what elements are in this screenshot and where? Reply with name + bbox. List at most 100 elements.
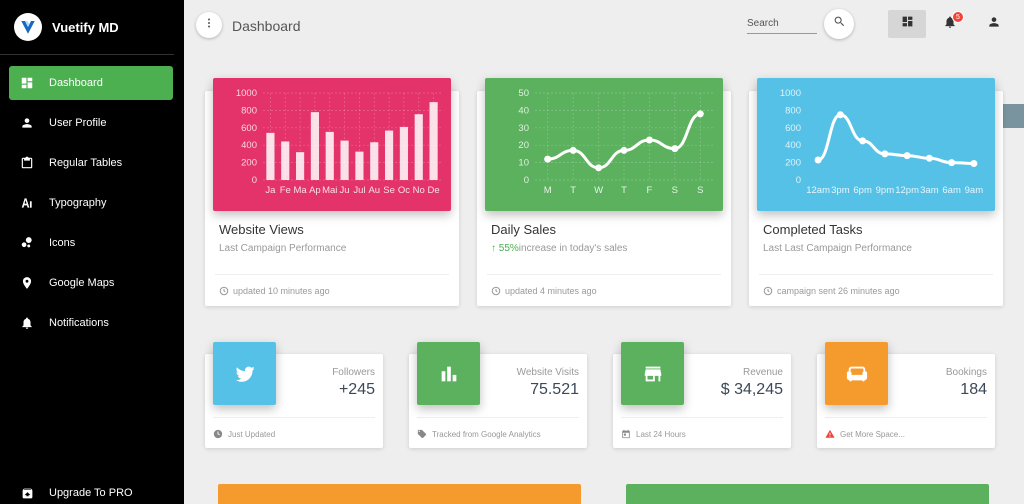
bar	[266, 132, 275, 180]
revenue-stat-card: Revenue $ 34,245 Last 24 Hours	[613, 342, 791, 448]
bar	[310, 112, 319, 180]
y-tick-label: 0	[796, 175, 801, 186]
data-point	[569, 146, 577, 154]
sidebar-item-google-maps[interactable]: Google Maps	[9, 266, 173, 300]
more-vert-icon	[203, 16, 215, 34]
card-footer: updated 4 minutes ago	[491, 286, 597, 296]
x-tick-label: Ju	[340, 185, 350, 196]
stat-icon-box	[825, 342, 888, 405]
y-tick-label: 1000	[236, 88, 257, 99]
sales-increase-text: increase in today's sales	[518, 243, 628, 254]
x-tick-label: Au	[368, 185, 380, 196]
sidebar-item-icons[interactable]: Icons	[9, 226, 173, 260]
completed-tasks-chart: 0 200 400 600 800 1000 12am 3pm 6pm 9pm 12pm 3am 6am…	[757, 78, 995, 211]
bar	[399, 126, 408, 180]
dashboard-icon	[19, 75, 35, 91]
sidebar-item-label: Regular Tables	[49, 157, 123, 169]
sidebar-item-label: Icons	[49, 237, 76, 249]
bubble-chart-icon	[19, 235, 35, 251]
card-footer-text: updated 4 minutes ago	[505, 286, 597, 296]
search-input[interactable]	[747, 14, 817, 34]
divider	[621, 417, 783, 418]
y-tick-label: 0	[252, 175, 257, 186]
data-point	[925, 154, 933, 162]
x-tick-label: Ma	[293, 185, 307, 196]
stat-footer: Get More Space...	[825, 429, 905, 439]
x-tick-label: No	[413, 185, 425, 196]
sidebar-item-dashboard[interactable]: Dashboard	[9, 66, 173, 100]
y-tick-label: 800	[785, 105, 801, 116]
y-tick-label: 600	[241, 123, 257, 134]
card-footer-text: campaign sent 26 minutes ago	[777, 286, 900, 296]
data-point	[970, 159, 978, 167]
data-point	[859, 137, 867, 145]
stat-footer-text: Last 24 Hours	[636, 429, 686, 439]
stat-footer: Just Updated	[213, 429, 275, 439]
sidebar-item-notifications[interactable]: Notifications	[9, 306, 173, 340]
y-tick-label: 40	[518, 105, 529, 116]
sidebar-item-regular-tables[interactable]: Regular Tables	[9, 146, 173, 180]
twitter-icon	[235, 366, 255, 382]
y-tick-label: 10	[518, 158, 529, 169]
warning-icon	[825, 429, 835, 438]
sidebar-item-typography[interactable]: Typography	[9, 186, 173, 220]
daily-sales-chart: 0 10 20 30 40 50 M T W T F S S	[485, 78, 723, 211]
clock-icon	[213, 429, 223, 439]
bar	[325, 131, 334, 180]
sidebar-nav: Dashboard User Profile Regular Tables Ty…	[0, 55, 184, 340]
search-button[interactable]	[824, 9, 854, 39]
account-button[interactable]	[984, 13, 1004, 35]
completed-tasks-card: 0 200 400 600 800 1000 12am 3pm 6pm 9pm 12pm 3am 6am…	[749, 78, 1003, 306]
bar	[281, 141, 290, 180]
stat-category: Website Visits	[516, 367, 579, 378]
store-icon	[644, 366, 661, 381]
data-point	[903, 152, 911, 160]
y-tick-label: 400	[241, 140, 257, 151]
sidebar-item-user-profile[interactable]: User Profile	[9, 106, 173, 140]
top-toolbar: Dashboard 5	[184, 0, 1024, 52]
line-chart: 0 10 20 30 40 50 M T W T F S S	[518, 88, 713, 196]
bar-chart: 0 200 400 600 800 1000 Ja Fe Ma Ap Mai Ju Jul Au Se Oc N…	[236, 88, 441, 196]
upgrade-link[interactable]: Upgrade To PRO	[0, 482, 184, 504]
data-point	[671, 145, 679, 153]
data-point	[544, 155, 552, 163]
x-tick-label: Fe	[280, 185, 291, 196]
dashboard-icon	[901, 15, 914, 33]
dashboard-toolbar-button[interactable]	[888, 10, 926, 38]
person-icon	[987, 15, 1001, 34]
card-footer: updated 10 minutes ago	[219, 286, 330, 296]
search-icon	[833, 15, 846, 33]
menu-toggle-button[interactable]	[196, 12, 222, 38]
data-point	[620, 146, 628, 154]
daily-sales-card: 0 10 20 30 40 50 M T W T F S S Daily Sales ↑ 55%incr…	[477, 78, 731, 306]
x-tick-label: 6am	[942, 185, 961, 196]
x-tick-label: Jul	[353, 185, 365, 196]
stat-icon-box	[621, 342, 684, 405]
person-icon	[19, 115, 35, 131]
stat-value: $ 34,245	[720, 381, 783, 398]
sofa-icon	[846, 366, 867, 381]
x-tick-label: Ja	[265, 185, 276, 196]
bottom-card-orange	[218, 484, 581, 504]
x-tick-label: M	[544, 185, 552, 196]
y-tick-label: 50	[518, 88, 529, 99]
x-tick-label: T	[570, 185, 576, 196]
page-title: Dashboard	[232, 18, 301, 34]
stat-footer-text: Tracked from Google Analytics	[432, 429, 541, 439]
unarchive-icon	[19, 485, 35, 501]
clock-icon	[763, 286, 773, 296]
x-tick-label: S	[672, 185, 678, 196]
divider	[417, 417, 579, 418]
bar	[414, 114, 423, 180]
stat-footer: Tracked from Google Analytics	[417, 429, 541, 439]
series-line	[817, 113, 974, 165]
typography-icon	[19, 195, 35, 211]
brand[interactable]: Vuetify MD	[0, 0, 174, 55]
stat-category: Revenue	[742, 367, 783, 378]
stat-icon-box	[213, 342, 276, 405]
y-tick-label: 200	[241, 158, 257, 169]
bookings-stat-card: Bookings 184 Get More Space...	[817, 342, 995, 448]
bar	[385, 130, 394, 180]
sidebar-item-label: User Profile	[49, 117, 107, 129]
bar-chart-icon	[441, 366, 456, 381]
